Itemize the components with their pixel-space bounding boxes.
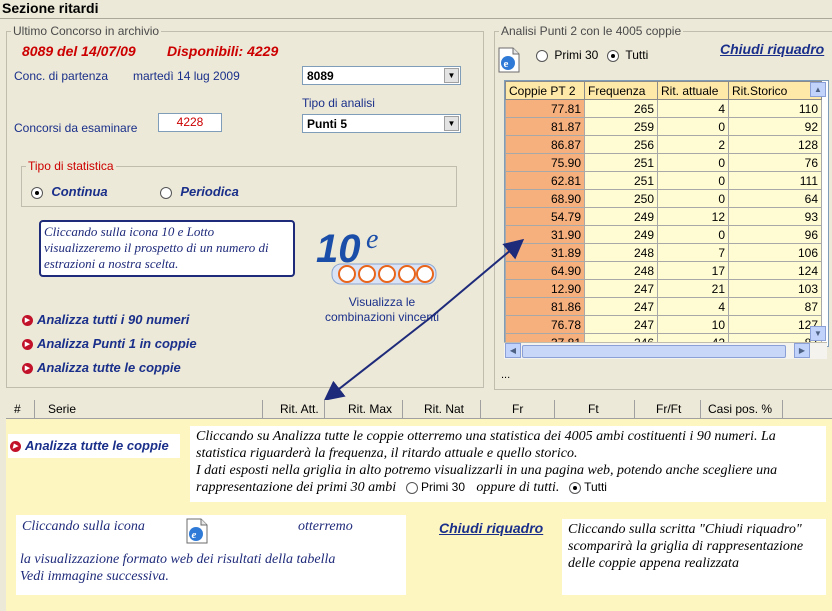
analyze-pairs-button[interactable]: ▶ Analizza tutte le coppie (8, 434, 180, 458)
ie-page-icon: e (184, 517, 210, 550)
close-panel-link-bottom[interactable]: Chiudi riquadro (439, 520, 543, 536)
svg-text:e: e (192, 529, 197, 541)
pairs-description: Cliccando su Analizza tutte le coppie ot… (190, 426, 826, 502)
col-header[interactable]: Rit. Att. (280, 402, 319, 416)
close-explanation: Cliccando sulla scritta "Chiudi riquadro… (562, 519, 826, 595)
col-header[interactable]: Fr (512, 402, 523, 416)
col-header[interactable]: Rit. Max (348, 402, 392, 416)
icon-explanation: Cliccando sulla icona e otterremo la vis… (16, 515, 406, 595)
col-header[interactable]: Casi pos. % (708, 402, 772, 416)
play-icon: ▶ (10, 440, 21, 452)
results-header: # Serie Rit. Att. Rit. Max Rit. Nat Fr F… (6, 400, 832, 419)
col-header[interactable]: Fr/Ft (656, 402, 681, 416)
col-header[interactable]: # (14, 402, 21, 416)
col-header[interactable]: Serie (48, 402, 76, 416)
col-header[interactable]: Rit. Nat (424, 402, 464, 416)
desc-radio-tutti: Tutti (568, 480, 607, 494)
radio-unchecked-icon (405, 481, 418, 494)
radio-checked-icon (568, 481, 581, 494)
desc-radio-primi: Primi 30 (405, 480, 469, 494)
col-header[interactable]: Ft (588, 402, 599, 416)
